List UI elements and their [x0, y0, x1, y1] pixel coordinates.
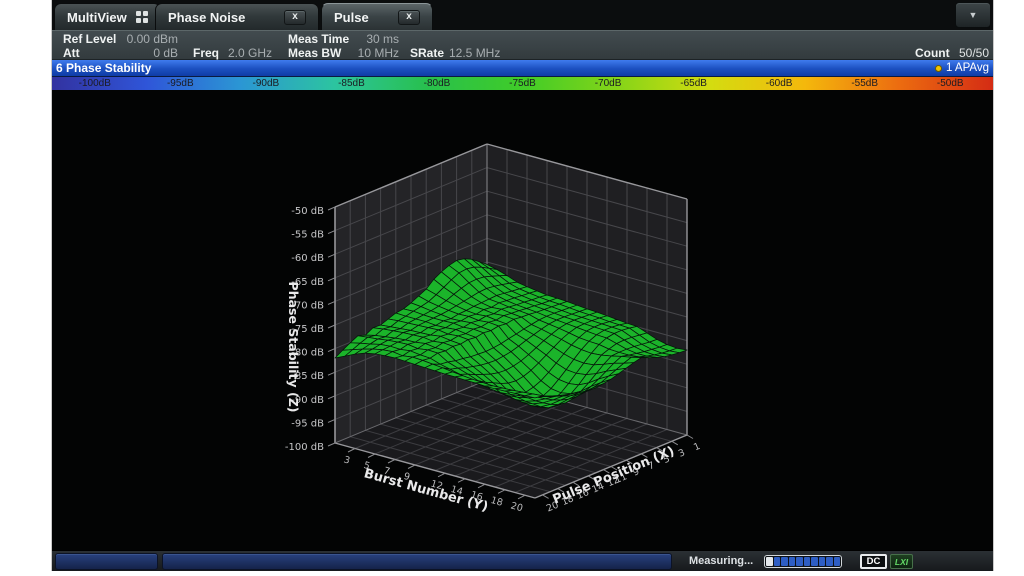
svg-text:-95 dB: -95 dB — [291, 418, 324, 429]
tab-multiview[interactable]: MultiView — [54, 3, 161, 30]
freq-value[interactable]: 2.0 GHz — [228, 46, 272, 60]
colorbar-tick-label: -100dB — [79, 78, 111, 89]
colorbar-tick-label: -90dB — [253, 78, 280, 89]
count-label: Count — [915, 46, 950, 60]
caret-down-icon: ▼ — [969, 10, 978, 20]
color-scale-bar: -100dB -95dB -90dB -85dB -80dB -75dB -70dB -65d… — [52, 76, 993, 90]
dc-coupling-indicator: DC — [860, 554, 887, 569]
analyzer-screen: MultiView Phase Noise x Pulse x ▼ Ref Le… — [52, 0, 993, 571]
multiview-grid-icon — [136, 11, 148, 23]
meas-time-label[interactable]: Meas Time — [288, 32, 349, 46]
meas-bw-value[interactable]: 10 MHz — [342, 46, 399, 60]
colorbar-tick-label: -70dB — [595, 78, 622, 89]
ref-level-value[interactable]: 0.00 dBm — [112, 32, 178, 46]
window-menu-dropdown-button[interactable]: ▼ — [955, 2, 991, 28]
status-segment — [162, 553, 672, 570]
lxi-icon: LXI — [890, 554, 913, 569]
svg-text:Phase Stability (Z): Phase Stability (Z) — [286, 282, 301, 413]
count-value: 50/50 — [959, 46, 989, 60]
srate-value[interactable]: 12.5 MHz — [449, 46, 500, 60]
trace-legend: 1 APAvg — [935, 60, 989, 76]
svg-text:20: 20 — [509, 500, 524, 514]
colorbar-tick-label: -95dB — [167, 78, 194, 89]
trace-dot-icon — [935, 65, 942, 72]
svg-text:-55 dB: -55 dB — [291, 230, 324, 241]
colorbar-tick-label: -75dB — [509, 78, 536, 89]
tab-bar: MultiView Phase Noise x Pulse x ▼ — [52, 0, 993, 30]
svg-text:18: 18 — [489, 495, 504, 509]
tab-multiview-label: MultiView — [67, 10, 127, 25]
count-field: Count 50/50 — [915, 46, 989, 60]
svg-text:-50 dB: -50 dB — [291, 206, 324, 217]
att-value[interactable]: 0 dB — [112, 46, 178, 60]
tab-pulse-label: Pulse — [334, 10, 369, 25]
measurement-progress-bar — [764, 555, 842, 568]
svg-text:-60 dB: -60 dB — [291, 253, 324, 264]
tab-pulse[interactable]: Pulse x — [321, 3, 433, 30]
svg-text:3: 3 — [677, 447, 687, 459]
phase-stability-plot-window[interactable]: -50 dB-55 dB-60 dB-65 dB-70 dB-75 dB-80 … — [52, 90, 993, 550]
trace-label: 1 APAvg — [946, 60, 989, 76]
svg-text:1: 1 — [692, 441, 702, 453]
close-icon[interactable]: x — [398, 10, 420, 25]
window-title: 6 Phase Stability — [56, 60, 151, 76]
page-background: MultiView Phase Noise x Pulse x ▼ Ref Le… — [0, 0, 1024, 576]
ref-level-label[interactable]: Ref Level — [63, 32, 116, 46]
srate-label[interactable]: SRate — [410, 46, 444, 60]
colorbar-tick-label: -55dB — [851, 78, 878, 89]
colorbar-tick-label: -80dB — [424, 78, 451, 89]
window-title-bar: 6 Phase Stability 1 APAvg — [52, 60, 993, 76]
colorbar-tick-label: -60dB — [766, 78, 793, 89]
freq-label[interactable]: Freq — [193, 46, 219, 60]
colorbar-tick-label: -50dB — [937, 78, 964, 89]
meas-bw-label[interactable]: Meas BW — [288, 46, 341, 60]
status-segment — [55, 553, 158, 570]
status-bar: Measuring... DC LXI — [52, 550, 993, 571]
3d-surface-plot: -50 dB-55 dB-60 dB-65 dB-70 dB-75 dB-80 … — [52, 90, 993, 550]
channel-settings-bar: Ref Level 0.00 dBm Att 0 dB Freq 2.0 GHz… — [52, 30, 993, 60]
meas-time-value[interactable]: 30 ms — [342, 32, 399, 46]
svg-text:-100 dB: -100 dB — [285, 442, 324, 453]
svg-text:3: 3 — [342, 454, 351, 466]
measuring-status-text: Measuring... — [689, 555, 753, 567]
colorbar-tick-label: -65dB — [680, 78, 707, 89]
att-label[interactable]: Att — [63, 46, 80, 60]
close-icon[interactable]: x — [284, 10, 306, 25]
tab-phase-noise-label: Phase Noise — [168, 10, 245, 25]
colorbar-tick-label: -85dB — [338, 78, 365, 89]
tab-phase-noise[interactable]: Phase Noise x — [155, 3, 319, 30]
